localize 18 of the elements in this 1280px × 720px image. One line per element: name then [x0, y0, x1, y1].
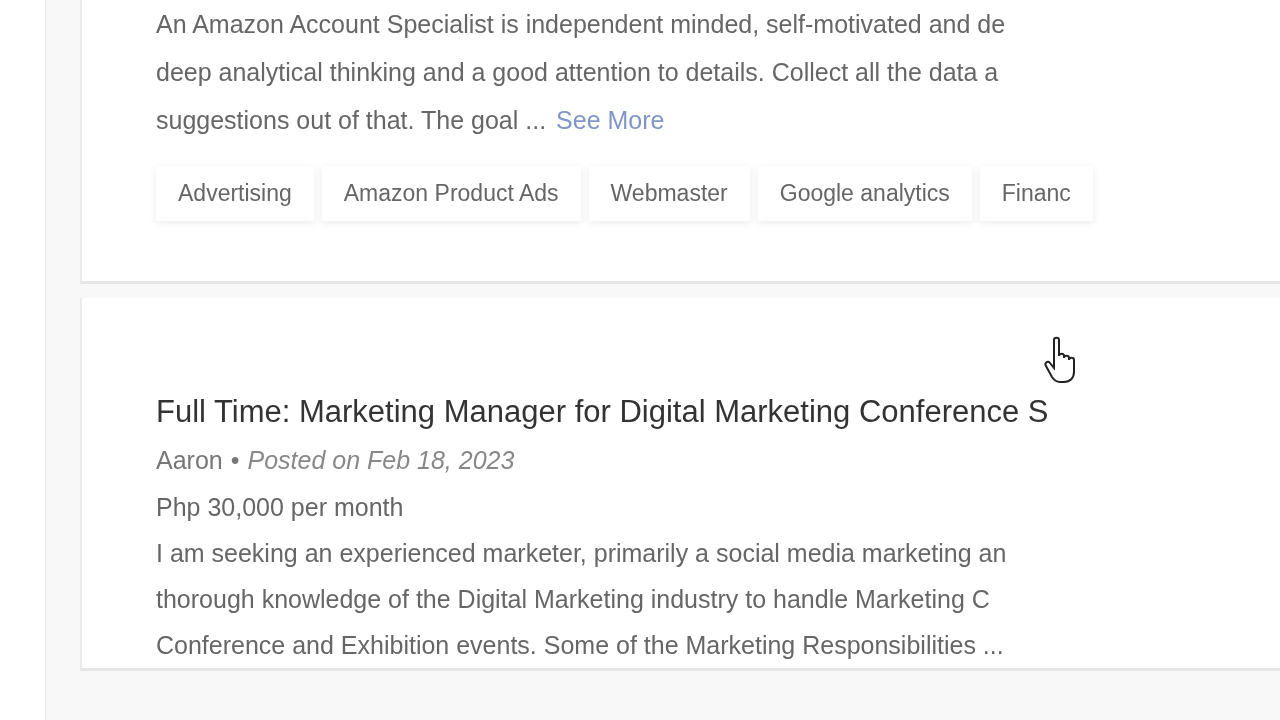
description-line: An Amazon Account Specialist is independent minded, self-motivated and de — [156, 9, 1006, 40]
description-line: suggestions out of that. The goal ... — [156, 105, 547, 136]
description-line: Conference and Exhibition events. Some of the Marketing Responsibilities ... — [156, 630, 1004, 661]
author-name: Aaron — [156, 445, 223, 476]
skill-tag[interactable]: Webmaster — [588, 166, 750, 221]
see-more-link[interactable]: See More — [556, 96, 665, 144]
skill-tag[interactable]: Amazon Product Ads — [321, 166, 581, 221]
posted-date: Posted on Feb 18, 2023 — [247, 445, 515, 476]
skill-tag[interactable]: Google analytics — [757, 166, 972, 221]
skill-tag[interactable]: Advertising — [156, 166, 314, 221]
salary-text: Php 30,000 per month — [156, 492, 404, 523]
skill-tag[interactable]: Financ — [979, 166, 1093, 221]
separator-icon: • — [230, 436, 240, 484]
description-line: I am seeking an experienced marketer, primarily a social media marketing an — [156, 538, 1007, 569]
description-line: deep analytical thinking and a good attention to details. Collect all the data a — [156, 57, 999, 88]
job-title[interactable]: Full Time: Marketing Manager for Digital Marketing Conference S — [156, 394, 1049, 430]
hand-cursor-icon — [1044, 336, 1078, 386]
description-line: thorough knowledge of the Digital Marketing industry to handle Marketing C — [156, 584, 990, 615]
